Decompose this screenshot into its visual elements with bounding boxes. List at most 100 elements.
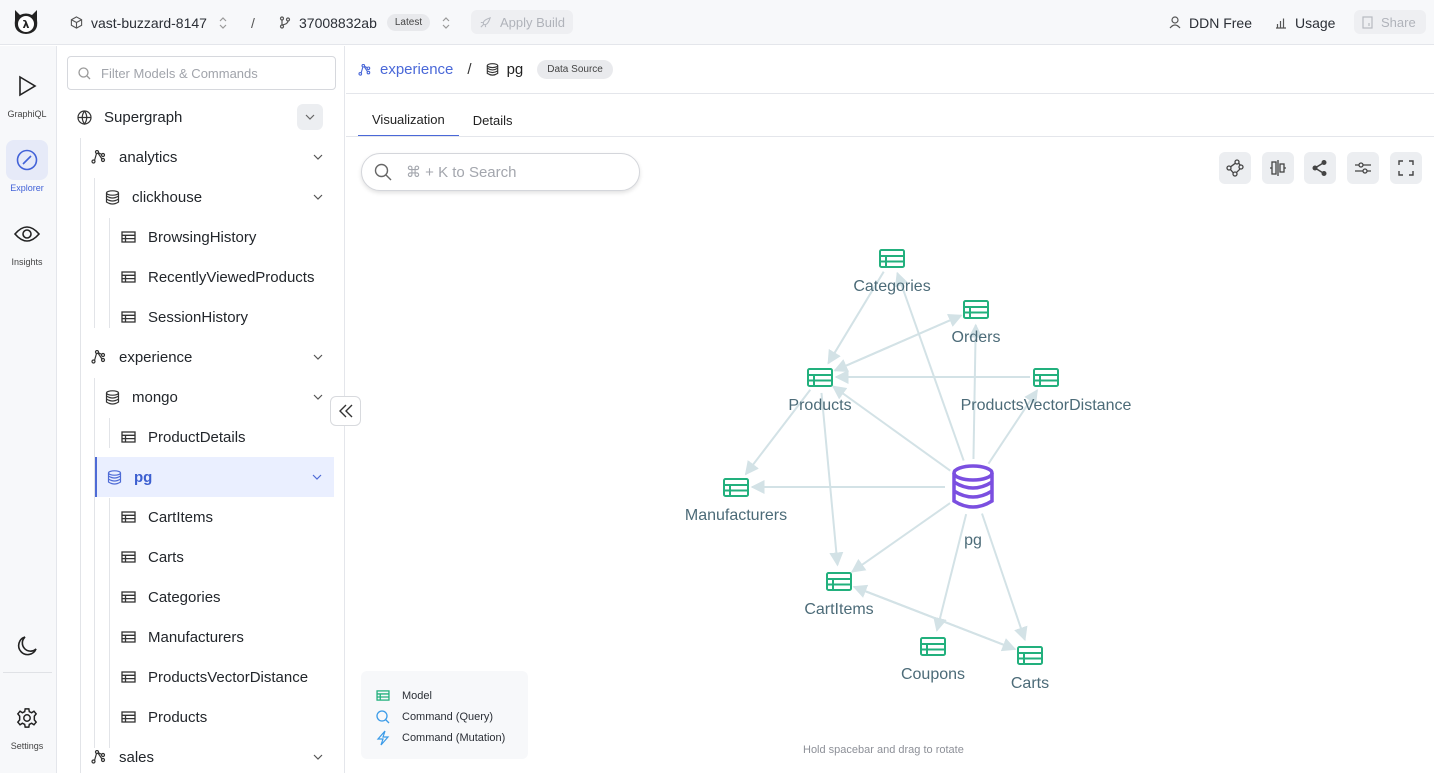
legend-model: Model [376, 685, 528, 706]
tree-model[interactable]: Carts [121, 537, 335, 577]
theme-toggle[interactable] [6, 626, 48, 666]
app-logo[interactable]: λ [11, 7, 41, 37]
bolt-icon [376, 730, 392, 746]
tree-model[interactable]: RecentlyViewedProducts [121, 257, 335, 297]
gear-icon [6, 698, 48, 738]
chevron-down-icon [313, 354, 323, 360]
database-icon [486, 63, 499, 76]
tree-subgraph-experience[interactable]: experience [91, 337, 335, 377]
rail-label: Explorer [10, 183, 44, 193]
tree-source-mongo[interactable]: mongo [105, 377, 335, 417]
graph-node-label: Products [788, 397, 851, 414]
tree-label: Categories [148, 588, 221, 606]
build-selector[interactable]: 37008832ab Latest [279, 0, 450, 45]
settings-sliders-button[interactable] [1347, 152, 1379, 184]
chevrons-left-icon [338, 404, 354, 418]
latest-badge: Latest [386, 14, 431, 31]
tree-source-pg[interactable]: pg [95, 457, 334, 497]
tree-model[interactable]: ProductsVectorDistance [121, 657, 335, 697]
graph-node-ProductsVectorDistance[interactable]: ProductsVectorDistance [961, 368, 1132, 414]
apply-build-label: Apply Build [500, 14, 566, 30]
rail-settings[interactable]: Settings [6, 698, 48, 751]
tree-model[interactable]: CartItems [121, 497, 335, 537]
graph-node-Products[interactable]: Products [788, 368, 852, 414]
graph-node-Carts[interactable]: Carts [1011, 646, 1049, 692]
tree-label: Manufacturers [148, 628, 244, 646]
rail-graphiql[interactable]: GraphiQL [6, 66, 48, 119]
share-graph-button[interactable] [1304, 152, 1336, 184]
graph-edge-pg-Carts [981, 513, 1028, 642]
rail-label: GraphiQL [7, 109, 47, 119]
graph-legend: Model Command (Query) Command (Mutation) [361, 671, 528, 759]
table-icon [1017, 646, 1043, 665]
graph-search-input[interactable]: ⌘ + K to Search [361, 153, 640, 191]
tree-model[interactable]: BrowsingHistory [121, 217, 335, 257]
graph-layout-icon [1226, 159, 1244, 177]
graph-node-Categories[interactable]: Categories [853, 249, 931, 295]
usage-button[interactable]: Usage [1275, 0, 1335, 45]
graph-node-label: Coupons [901, 666, 965, 683]
subgraph-icon [91, 750, 107, 764]
graph-node-pg[interactable]: pg [952, 464, 994, 549]
rail-insights[interactable]: Insights [6, 214, 48, 267]
collapse-sidebar-button[interactable] [330, 396, 361, 426]
graph-node-Orders[interactable]: Orders [952, 300, 1001, 346]
chevron-down-icon[interactable] [297, 104, 323, 130]
tree-guide [109, 218, 110, 328]
graph-edge-pg-Categories [894, 271, 965, 461]
graph-edge-pg-Coupons [933, 513, 968, 632]
graph-node-CartItems[interactable]: CartItems [804, 572, 874, 618]
graph-edge-Orders-Products [833, 314, 962, 372]
tree-supergraph[interactable]: Supergraph [77, 97, 335, 137]
chevron-down-icon [312, 474, 322, 480]
share-button[interactable]: Share [1354, 10, 1426, 34]
tree-guide [80, 138, 81, 773]
table-icon [121, 671, 136, 683]
graph-node-Manufacturers[interactable]: Manufacturers [685, 478, 787, 524]
table-icon [376, 690, 392, 701]
bar-chart-icon [1275, 17, 1287, 29]
graph-node-label: pg [964, 532, 982, 549]
graph-layout-button[interactable] [1219, 152, 1251, 184]
share-label: Share [1381, 14, 1416, 30]
rail-explorer[interactable]: Explorer [6, 140, 48, 193]
filter-input[interactable]: Filter Models & Commands [67, 56, 336, 90]
table-icon [879, 249, 905, 268]
tree-model[interactable]: SessionHistory [121, 297, 335, 337]
chevron-down-icon [313, 754, 323, 760]
tree-label: analytics [119, 148, 178, 166]
rail-label: Settings [10, 741, 44, 751]
plan-button[interactable]: DDN Free [1169, 0, 1252, 45]
graph-node-Coupons[interactable]: Coupons [901, 637, 965, 683]
topbar-separator: / [251, 14, 255, 31]
table-icon [920, 637, 946, 656]
tree-label: BrowsingHistory [148, 228, 257, 246]
table-icon [121, 271, 136, 283]
table-icon [121, 631, 136, 643]
tab-details[interactable]: Details [459, 104, 527, 137]
usage-label: Usage [1295, 14, 1336, 31]
tree-label: mongo [132, 388, 178, 406]
legend-command-query: Command (Query) [376, 706, 528, 727]
tree-source-clickhouse[interactable]: clickhouse [105, 177, 335, 217]
graph-search-placeholder: ⌘ + K to Search [406, 164, 517, 181]
compass-icon [6, 140, 48, 180]
tree-guide [94, 378, 95, 748]
tree-model[interactable]: Manufacturers [121, 617, 335, 657]
fullscreen-button[interactable] [1390, 152, 1422, 184]
explorer-tree-panel: Filter Models & Commands Supergraph anal… [57, 46, 345, 773]
tree-model[interactable]: ProductDetails [121, 417, 335, 457]
align-button[interactable] [1262, 152, 1294, 184]
sliders-icon [1354, 159, 1372, 177]
svg-text:λ: λ [23, 18, 30, 31]
project-selector[interactable]: vast-buzzard-8147 [70, 0, 227, 45]
tree-model[interactable]: Products [121, 697, 335, 737]
breadcrumb-subgraph-link[interactable]: experience [358, 61, 453, 78]
tab-visualization[interactable]: Visualization [358, 104, 459, 137]
plan-label: DDN Free [1189, 14, 1253, 31]
apply-build-button[interactable]: Apply Build [471, 10, 574, 34]
divider [346, 93, 1434, 94]
tree-subgraph-sales[interactable]: sales [91, 737, 335, 777]
tree-model[interactable]: Categories [121, 577, 335, 617]
tree-subgraph-analytics[interactable]: analytics [91, 137, 335, 177]
